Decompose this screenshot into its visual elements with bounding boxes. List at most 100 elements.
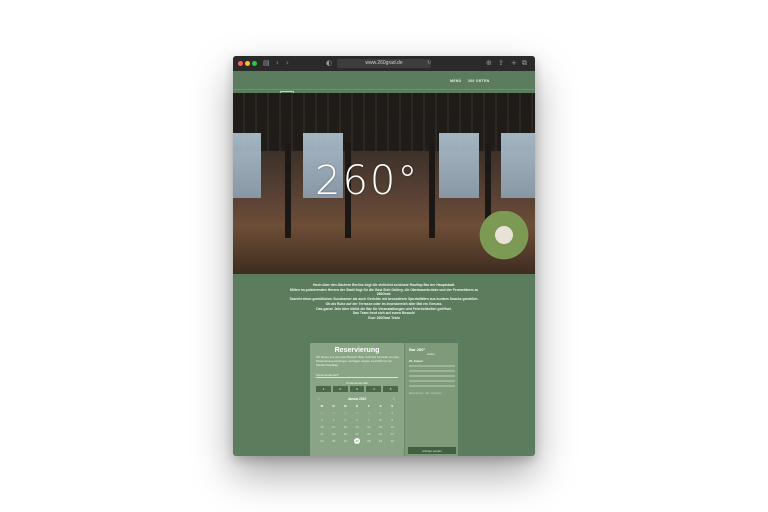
calendar-grid: M D M D F S S 27 28 29 30 31 1 2 3 4 5 6 7 8 9 10 11 12 13 14 15 16… [316, 403, 398, 445]
plus-icon[interactable]: + [511, 59, 517, 68]
calendar-weekday: D [355, 404, 359, 408]
calendar-day[interactable]: 10 [316, 424, 328, 431]
calendar-day[interactable]: 7 [363, 417, 375, 424]
minimize-window-button[interactable] [245, 61, 250, 66]
calendar-day[interactable]: 8 [375, 417, 387, 424]
calendar-day[interactable]: 30 [386, 438, 398, 445]
back-icon[interactable]: ‹ [276, 59, 279, 68]
intro-paragraph: Sowohl einen gemütlichen Sundowner als a… [289, 297, 479, 306]
calendar-day[interactable]: 21 [363, 431, 375, 438]
calendar-day[interactable]: 5 [339, 417, 351, 424]
calendar-week-row: 10 11 12 13 14 15 16 [316, 424, 398, 431]
brand-sign: 260° [315, 158, 420, 204]
calendar-day[interactable]: 12 [339, 424, 351, 431]
summary-field[interactable] [409, 375, 455, 377]
calendar-weekday-row: MDMDFSS [316, 403, 398, 410]
close-window-button[interactable] [238, 61, 243, 66]
calendar-day[interactable]: 27 [351, 438, 363, 445]
calendar-day[interactable]: 3 [316, 417, 328, 424]
calendar-day[interactable]: 2 [386, 410, 398, 417]
calendar-day[interactable]: 29 [375, 438, 387, 445]
calendar-weekday: M [320, 404, 324, 408]
calendar-day[interactable]: 30 [351, 410, 363, 417]
persons-selector: 1 2 3 4 5 [316, 386, 398, 392]
calendar-day[interactable]: 6 [351, 417, 363, 424]
site-header: MENÜ 260 ORTEN [233, 71, 535, 96]
calendar-day[interactable]: 27 [316, 410, 328, 417]
persons-option[interactable]: 5 [383, 386, 398, 392]
persons-option[interactable]: 4 [366, 386, 382, 392]
sidebar-icon[interactable]: ▤ [263, 59, 270, 68]
url-text: www.260grad.de [365, 60, 403, 66]
summary-field[interactable] [409, 370, 455, 372]
summary-field[interactable] [409, 365, 455, 367]
calendar-day[interactable]: 26 [339, 438, 351, 445]
nav-link-menu[interactable]: MENÜ [450, 79, 461, 83]
window-panel [439, 133, 479, 198]
reservation-form: Reservierung Wir freuen uns auf euren Be… [310, 343, 404, 456]
calendar-weekday: F [367, 404, 370, 408]
calendar-day[interactable]: 23 [386, 431, 398, 438]
intro-paragraph: Hoch über den Dächern Berlins liegt die … [312, 283, 456, 287]
calendar-day[interactable]: 17 [316, 431, 328, 438]
summary-field[interactable] [409, 385, 455, 387]
summary-title: Bar 260° [409, 347, 426, 352]
hero-image: 260° [233, 93, 535, 274]
forward-icon[interactable]: › [286, 59, 289, 68]
calendar-weekday: S [391, 404, 394, 408]
flower-arrangement [479, 211, 529, 271]
calendar-day[interactable]: 18 [328, 431, 340, 438]
browser-toolbar: ▤ ‹ › ◐ www.260grad.de ↻ ⊕ ⇪ + ⧉ [233, 56, 535, 71]
calendar-day[interactable]: 16 [386, 424, 398, 431]
reservation-description: Wir freuen uns auf euren Besuch. Bitte n… [316, 355, 399, 367]
download-icon[interactable]: ⊕ [486, 59, 492, 68]
calendar-week-row: 24 25 26 27 28 29 30 [316, 438, 398, 445]
calendar-day[interactable]: 13 [351, 424, 363, 431]
intro-signature: Euer 260Grad Team [368, 315, 400, 320]
tabs-icon[interactable]: ⧉ [522, 59, 527, 68]
persons-option[interactable]: 1 [316, 386, 331, 392]
calendar-day[interactable]: 25 [328, 438, 340, 445]
calendar-day[interactable]: 1 [375, 410, 387, 417]
calendar-day[interactable]: 28 [363, 438, 375, 445]
reservation-summary: Bar 260° Zeiten 24. Januar Reservierung … [404, 343, 458, 456]
reload-icon[interactable]: ↻ [427, 59, 431, 68]
calendar-day[interactable]: 29 [339, 410, 351, 417]
calendar-day[interactable]: 24 [316, 438, 328, 445]
calendar-day[interactable]: 22 [375, 431, 387, 438]
calendar-weekday: M [344, 404, 347, 408]
calendar-day[interactable]: 14 [363, 424, 375, 431]
calendar-day[interactable]: 11 [328, 424, 340, 431]
browser-window: ▤ ‹ › ◐ www.260grad.de ↻ ⊕ ⇪ + ⧉ MENÜ 26… [233, 56, 535, 456]
persons-input[interactable] [316, 372, 398, 378]
summary-subtitle: Zeiten [427, 352, 435, 356]
persons-option[interactable]: 2 [332, 386, 348, 392]
share-icon[interactable]: ⇪ [498, 59, 504, 68]
persons-label: Personenanzahl [346, 381, 368, 385]
summary-note: Reservierung · Zeit · Personen [409, 392, 442, 395]
calendar-day[interactable]: 20 [351, 431, 363, 438]
nav-link-orten[interactable]: 260 ORTEN [468, 79, 489, 83]
calendar-day[interactable]: 31 [363, 410, 375, 417]
calendar-day[interactable]: 19 [339, 431, 351, 438]
summary-field[interactable] [409, 380, 455, 382]
submit-request-button[interactable]: Anfrage senden [408, 447, 456, 454]
summary-date: 24. Januar [409, 359, 423, 363]
window-panel [501, 133, 535, 198]
zoom-window-button[interactable] [252, 61, 257, 66]
calendar-week-row: 3456789 [316, 417, 398, 424]
calendar-weekday: S [379, 404, 382, 408]
intro-paragraph: Mitten im pulsierenden Herzen der Stadt … [289, 287, 479, 297]
next-month-icon[interactable]: › [393, 396, 395, 401]
pillar [285, 143, 291, 238]
calendar-day[interactable]: 15 [375, 424, 387, 431]
shield-icon[interactable]: ◐ [326, 59, 332, 68]
calendar-week-row: 17 18 19 20 21 22 23 [316, 431, 398, 438]
calendar-day[interactable]: 4 [328, 417, 340, 424]
calendar-day[interactable]: 9 [386, 417, 398, 424]
calendar-day[interactable]: 28 [328, 410, 340, 417]
intro-text: Hoch über den Dächern Berlins liegt die … [288, 283, 480, 321]
calendar-month: Januar 2022 [347, 397, 367, 401]
persons-option[interactable]: 3 [349, 386, 365, 392]
address-bar[interactable]: www.260grad.de [337, 59, 431, 68]
